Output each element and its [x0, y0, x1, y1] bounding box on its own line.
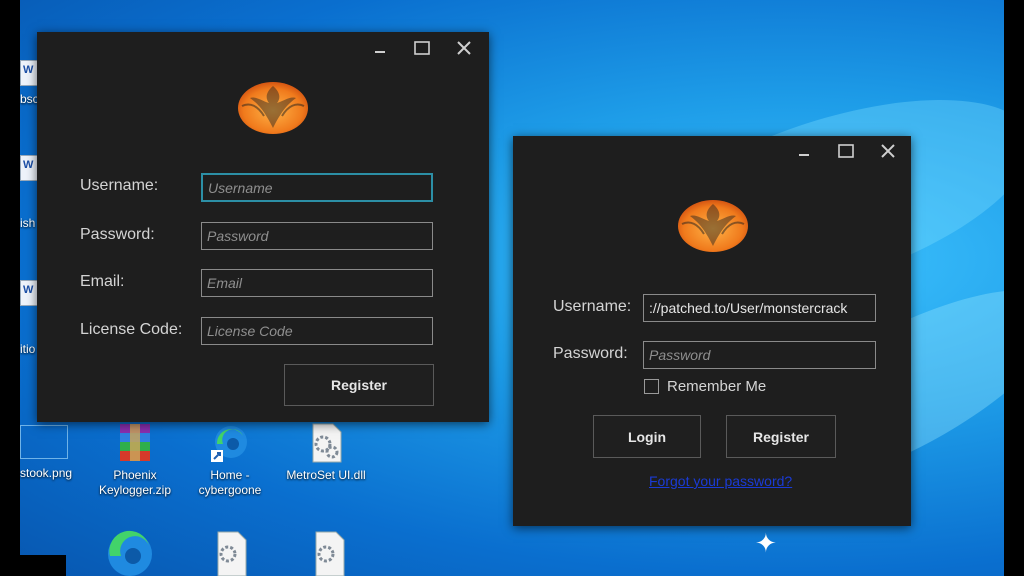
username-input[interactable]	[643, 294, 876, 322]
window-controls	[783, 135, 909, 167]
username-input[interactable]	[201, 173, 433, 202]
desktop-icon-metroset-dll[interactable]: MetroSet UI.dll	[286, 422, 366, 483]
edge-browser-icon	[209, 422, 251, 464]
taskbar-corner	[20, 555, 66, 576]
minimize-icon[interactable]	[359, 32, 401, 64]
license-code-label: License Code:	[80, 321, 183, 338]
password-label: Password:	[80, 226, 155, 243]
password-label: Password:	[553, 345, 628, 362]
phoenix-logo-icon	[676, 194, 750, 259]
forgot-password-link[interactable]: Forgot your password?	[649, 473, 792, 489]
phoenix-logo-icon	[236, 76, 310, 141]
email-input[interactable]	[201, 269, 433, 297]
desktop-icon-label: MetroSet UI.dll	[286, 468, 366, 482]
edge-browser-icon[interactable]	[105, 526, 155, 576]
winrar-archive-icon	[114, 422, 156, 464]
close-icon[interactable]	[443, 32, 485, 64]
dll-file-icon[interactable]	[308, 530, 350, 576]
close-icon[interactable]	[867, 135, 909, 167]
desktop-label-partial: itio	[20, 342, 36, 356]
password-input[interactable]	[201, 222, 433, 250]
password-input[interactable]	[643, 341, 876, 369]
register-button[interactable]: Register	[726, 415, 836, 458]
image-thumbnail-icon[interactable]	[20, 425, 68, 459]
minimize-icon[interactable]	[783, 135, 825, 167]
window-controls	[359, 32, 485, 64]
maximize-icon[interactable]	[401, 32, 443, 64]
username-label: Username:	[553, 298, 632, 315]
login-window: Username: Password: Remember Me Login Re…	[513, 136, 911, 526]
dll-file-icon[interactable]	[210, 530, 252, 576]
license-code-input[interactable]	[201, 317, 433, 345]
desktop-icon-label: Phoenix Keylogger.zip	[98, 468, 172, 497]
letterbox-right	[1004, 0, 1024, 576]
username-label: Username:	[80, 177, 159, 194]
desktop-label-partial: stook.png	[20, 466, 73, 480]
login-button[interactable]: Login	[593, 415, 701, 458]
letterbox-left	[0, 0, 20, 576]
register-button[interactable]: Register	[284, 364, 434, 406]
desktop-icon-home-shortcut[interactable]: Home - cybergoone	[190, 422, 270, 498]
desktop-icon-keylogger-zip[interactable]: Phoenix Keylogger.zip	[95, 422, 175, 498]
remember-me-checkbox[interactable]	[644, 379, 659, 394]
maximize-icon[interactable]	[825, 135, 867, 167]
remember-me-label: Remember Me	[667, 378, 767, 395]
desktop-label-partial: ish	[20, 216, 36, 230]
dll-file-icon	[305, 422, 347, 464]
desktop-icon-label: Home - cybergoone	[198, 468, 262, 497]
sparkle-icon: ✦	[755, 528, 777, 558]
email-label: Email:	[80, 273, 125, 290]
desktop-label-partial: bsc	[20, 92, 39, 106]
register-window: Username: Password: Email: License Code:…	[37, 32, 489, 422]
